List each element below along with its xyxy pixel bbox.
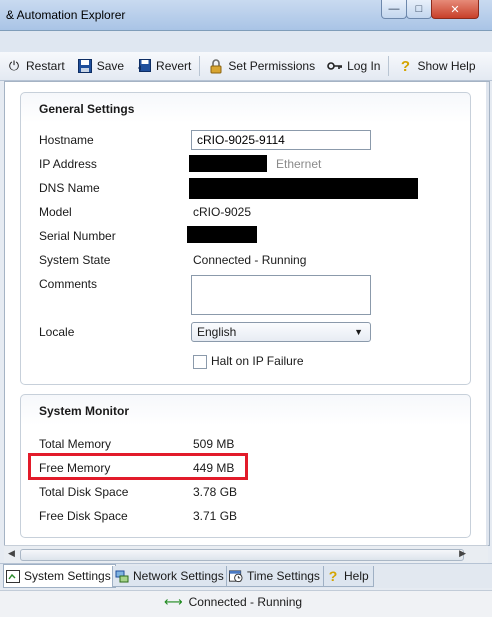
bottom-tab-bar: System Settings Network Settings Time Se…: [0, 563, 492, 588]
revert-button[interactable]: Revert: [130, 54, 197, 78]
dropdown-arrow-icon: ▼: [354, 327, 363, 337]
free-disk-space-value: 3.71 GB: [193, 509, 238, 523]
hostname-input[interactable]: [191, 130, 371, 150]
total-memory-value: 509 MB: [193, 437, 235, 451]
tab-network-settings-label: Network Settings: [133, 569, 224, 583]
help-icon: ?: [328, 568, 338, 584]
hostname-label: Hostname: [39, 133, 94, 147]
ip-address-redacted: [189, 155, 267, 172]
total-disk-space-label: Total Disk Space: [39, 485, 129, 499]
connected-arrows-icon: ⟷: [164, 594, 183, 609]
log-in-label: Log In: [347, 59, 381, 73]
general-settings-heading: General Settings: [39, 102, 135, 116]
halt-on-ip-failure-label: Halt on IP Failure: [211, 354, 304, 368]
minimize-button[interactable]: ―: [381, 0, 407, 19]
power-icon: ⏻: [8, 58, 20, 73]
general-settings-panel: General Settings Hostname IP Address Eth…: [20, 92, 471, 385]
toolbar: ⏻ Restart Save Revert Set Permissions Lo…: [0, 52, 492, 81]
system-state-label: System State: [39, 253, 111, 267]
dns-name-redacted: [189, 178, 418, 199]
tab-system-settings[interactable]: System Settings: [3, 564, 116, 588]
padlock-icon: [208, 58, 224, 74]
save-label: Save: [96, 59, 125, 73]
total-memory-label: Total Memory: [39, 437, 112, 451]
show-help-button[interactable]: ? Show Help: [391, 54, 481, 78]
help-icon: ?: [400, 57, 411, 75]
locale-label: Locale: [39, 325, 75, 339]
toolbar-separator: [199, 56, 201, 76]
window-title: & Automation Explorer: [6, 8, 126, 22]
model-value: cRIO-9025: [193, 205, 252, 219]
maximize-icon: □: [415, 3, 423, 15]
halt-on-ip-failure-checkbox[interactable]: [193, 355, 207, 369]
serial-number-redacted: [187, 226, 257, 243]
tab-time-settings[interactable]: Time Settings: [226, 566, 325, 587]
free-disk-space-label: Free Disk Space: [39, 509, 128, 523]
close-icon: ✕: [450, 3, 460, 16]
floppy-disk-icon: [77, 58, 93, 74]
minimize-icon: ―: [388, 3, 400, 15]
log-in-button[interactable]: Log In: [321, 54, 386, 78]
serial-number-label: Serial Number: [39, 229, 116, 243]
show-help-label: Show Help: [417, 59, 476, 73]
locale-select[interactable]: English ▼: [191, 322, 371, 342]
free-memory-highlight-box: [28, 453, 248, 480]
system-monitor-heading: System Monitor: [39, 404, 130, 418]
tab-time-settings-label: Time Settings: [247, 569, 320, 583]
restart-label: Restart: [26, 59, 65, 73]
scrollbar-thumb[interactable]: [20, 549, 464, 561]
vertical-scrollbar[interactable]: [486, 82, 489, 545]
tab-network-settings[interactable]: Network Settings: [112, 566, 229, 587]
maximize-button[interactable]: □: [406, 0, 432, 19]
tab-help-label: Help: [344, 569, 369, 583]
ip-ethernet-label: Ethernet: [276, 157, 322, 171]
title-bar: & Automation Explorer ― □ ✕: [0, 0, 492, 31]
comments-label: Comments: [39, 277, 98, 291]
menu-strip: [0, 31, 492, 53]
horizontal-scrollbar[interactable]: ◀ ▶: [4, 545, 488, 563]
status-bar: ⟷ Connected - Running: [0, 590, 492, 617]
set-permissions-label: Set Permissions: [228, 59, 316, 73]
system-settings-icon: [6, 569, 20, 583]
network-icon: [115, 569, 129, 583]
ip-address-label: IP Address: [39, 157, 97, 171]
set-permissions-button[interactable]: Set Permissions: [202, 54, 321, 78]
model-label: Model: [39, 205, 72, 219]
scroll-left-arrow-icon[interactable]: ◀: [8, 548, 15, 559]
close-button[interactable]: ✕: [431, 0, 479, 19]
tab-system-settings-label: System Settings: [24, 569, 111, 583]
save-button[interactable]: Save: [71, 54, 130, 78]
total-disk-space-value: 3.78 GB: [193, 485, 238, 499]
comments-textarea[interactable]: [191, 275, 371, 315]
locale-selected-value: English: [197, 325, 237, 339]
system-state-value: Connected - Running: [193, 253, 307, 267]
revert-label: Revert: [156, 59, 192, 73]
status-text: Connected - Running: [188, 595, 303, 609]
calendar-clock-icon: [229, 569, 243, 583]
connection-status: ⟷ Connected - Running: [164, 594, 302, 610]
tab-help[interactable]: ? Help: [323, 566, 374, 587]
revert-icon: [136, 58, 152, 74]
scroll-right-arrow-icon[interactable]: ▶: [459, 548, 466, 559]
restart-button[interactable]: ⏻ Restart: [0, 54, 71, 78]
toolbar-separator: [388, 56, 390, 76]
dns-name-label: DNS Name: [39, 181, 100, 195]
key-icon: [327, 58, 343, 74]
